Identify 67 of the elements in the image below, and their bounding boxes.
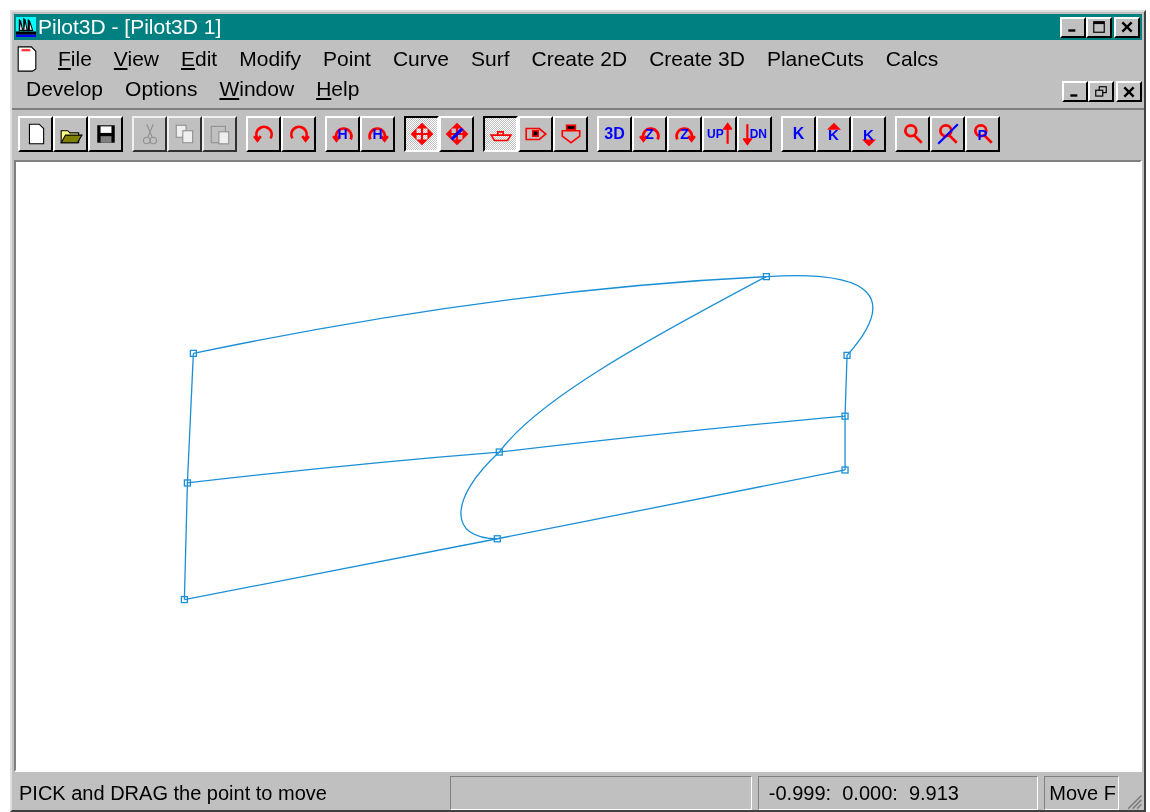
rotate-icon [674,127,696,143]
menu-item[interactable]: PlaneCuts [756,44,876,74]
move-arrows-icon [410,122,433,146]
toolbar-button[interactable]: K [851,116,886,152]
move-arrows-icon [445,122,468,146]
ship-icon [16,17,36,37]
menu-item[interactable]: Help [306,74,372,104]
folder-icon [59,130,83,144]
clipboard-icon [210,125,229,145]
menu-item[interactable]: Develop [16,74,116,104]
menu-item[interactable]: Calcs [875,44,951,74]
toolbar-button[interactable]: H [325,116,360,152]
page-icon [28,123,44,145]
toolbar-button[interactable]: Z [632,116,667,152]
scissors-icon [142,123,157,145]
menu-item[interactable]: File [48,44,104,74]
coordinates-readout: -0.999: 0.000: 9.913 [757,776,1039,810]
curved-arrow-icon [252,125,273,143]
magnifier-icon [903,123,923,144]
boat-icon [560,124,581,144]
menu-item[interactable]: Options [115,74,210,104]
maximize-icon [1092,21,1106,33]
copy-icon [175,124,193,144]
minimize-button[interactable] [1060,16,1086,38]
toolbar-button[interactable] [483,116,518,152]
document-restore-button[interactable] [1088,81,1114,102]
toolbar-button[interactable]: K [781,116,816,152]
arrow-down-icon [861,139,876,146]
rotate-icon [638,127,660,143]
window-title: Pilot3D - [Pilot3D 1] [38,15,223,39]
menu-item[interactable]: Create 3D [639,44,757,74]
mode-indicator: Move F [1044,776,1119,810]
menu-item[interactable]: Modify [229,44,314,74]
magnifier-icon [973,123,993,144]
menu-item[interactable]: Curve [382,44,461,74]
menu-item[interactable]: Surf [460,44,522,74]
restore-icon [1094,85,1108,98]
document-close-button[interactable] [1116,81,1142,102]
rotate-icon [331,127,353,143]
maximize-button[interactable] [1086,16,1112,38]
boat-icon [489,131,512,142]
toolbar-button[interactable]: DN [737,116,772,152]
menu-item[interactable]: Point [313,44,383,74]
close-icon [1122,85,1136,98]
toolbar-button[interactable]: H [360,116,395,152]
close-icon [1120,21,1134,33]
menu-item[interactable]: View [103,44,171,74]
close-button[interactable] [1114,16,1140,38]
status-message: PICK and DRAG the point to move [18,780,328,806]
toolbar-button[interactable]: K [816,116,851,152]
document-icon [16,45,38,73]
minimize-icon [1068,29,1076,32]
menu-item[interactable]: Window [209,74,307,104]
toolbar-button[interactable] [404,116,439,152]
boat-icon [524,127,547,141]
minimize-icon [1070,93,1078,97]
menu-item[interactable]: Create 2D [521,44,640,74]
toolbar-button[interactable]: UP [702,116,737,152]
toolbar-button[interactable]: Z [667,116,702,152]
document-minimize-button[interactable] [1062,81,1088,102]
rotate-icon [367,127,389,143]
menu-item[interactable]: Edit [171,44,230,74]
floppy-icon [96,125,115,143]
toolbar-button[interactable]: 3D [597,116,632,152]
magnifier-icon [936,123,959,145]
arrow-up-icon [826,122,841,130]
curved-arrow-icon [289,125,310,143]
